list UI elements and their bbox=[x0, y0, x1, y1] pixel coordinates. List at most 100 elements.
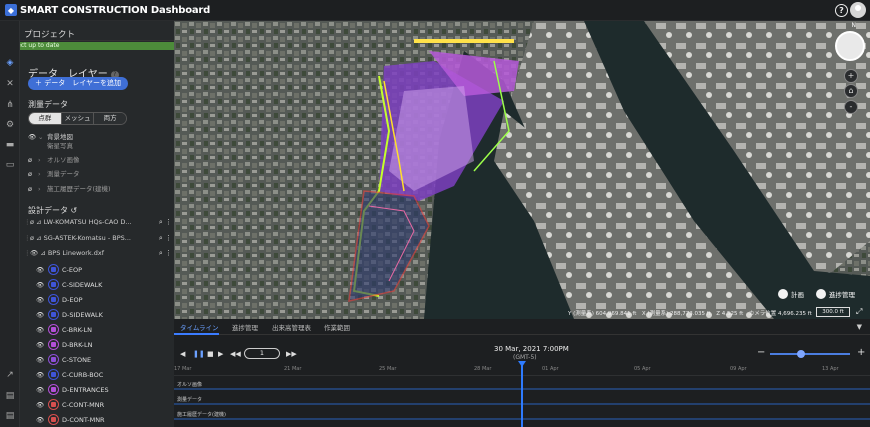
layer-row[interactable]: 👁 C-SIDEWALK bbox=[36, 279, 102, 294]
zoom-in-button[interactable]: + bbox=[844, 69, 858, 83]
layer-row[interactable]: 👁 C-EOP bbox=[36, 264, 82, 279]
eye-icon[interactable]: 👁 bbox=[36, 296, 48, 304]
tree-item-ortho[interactable]: ø › オルソ画像 bbox=[28, 154, 80, 165]
map-view[interactable]: N + ⌂ - 計画 進捗管理 Y (測量系) 604,969.841 ft X… bbox=[174, 21, 870, 319]
top-bar: ◆ SMART CONSTRUCTION Dashboard ? bbox=[0, 0, 870, 21]
fast-forward-icon[interactable]: ▶▶ bbox=[286, 350, 297, 358]
active-tab-indicator bbox=[174, 333, 219, 335]
avatar[interactable] bbox=[850, 2, 866, 18]
add-layer-button[interactable]: ＋ データ レイヤーを追加 bbox=[28, 77, 129, 90]
file-actions[interactable]: ⌕ ⋮ bbox=[159, 234, 172, 243]
eye-icon[interactable]: 👁 bbox=[36, 356, 48, 364]
layer-color-swatch[interactable] bbox=[48, 324, 59, 335]
tree-item-machine-history[interactable]: ø › 施工履歴データ(建機) bbox=[28, 183, 111, 194]
eye-icon[interactable]: 👁 bbox=[36, 281, 48, 289]
eye-icon[interactable]: 👁 bbox=[36, 401, 48, 409]
mode-mesh[interactable]: メッシュ bbox=[61, 113, 95, 124]
eye-icon[interactable]: 👁 bbox=[36, 326, 48, 334]
layer-row[interactable]: 👁 C-STONE bbox=[36, 354, 91, 369]
play-icon[interactable]: ▶ bbox=[218, 350, 223, 358]
tab-quantities[interactable]: 出来高管理表 bbox=[272, 322, 311, 332]
eye-slash-icon[interactable]: ø bbox=[28, 156, 38, 164]
eye-icon[interactable]: 👁 bbox=[36, 371, 48, 379]
progress-toggle[interactable]: 進捗管理 bbox=[816, 289, 855, 300]
eye-icon[interactable]: 👁 bbox=[30, 249, 40, 257]
design-file-row[interactable]: ⋮👁 ⊿ BPS Linework.dxf ⌕ ⋮ bbox=[24, 249, 174, 263]
collapse-icon[interactable]: ▼ bbox=[857, 323, 862, 331]
timeline-zoom-in-button[interactable]: + bbox=[857, 347, 865, 358]
zoom-out-button[interactable]: - bbox=[844, 100, 858, 114]
layer-color-swatch[interactable] bbox=[48, 264, 59, 275]
layer-row[interactable]: 👁 D-ENTRANCES bbox=[36, 384, 109, 399]
document-icon[interactable]: ▤ bbox=[4, 390, 16, 402]
playhead[interactable] bbox=[521, 363, 523, 427]
layer-row[interactable]: 👁 D-EOP bbox=[36, 294, 83, 309]
layer-label: D-BRK-LN bbox=[62, 341, 93, 349]
eye-icon[interactable]: 👁 bbox=[36, 311, 48, 319]
toggle-knob bbox=[816, 289, 826, 299]
history-icon[interactable]: ↺ bbox=[71, 206, 78, 215]
layer-row[interactable]: 👁 D-BRK-LN bbox=[36, 339, 93, 354]
layer-row[interactable]: 👁 C-CONT-MNR bbox=[36, 399, 104, 414]
eye-slash-icon[interactable]: ø bbox=[28, 170, 38, 178]
fullscreen-icon[interactable]: ⤢ bbox=[856, 307, 866, 317]
home-icon[interactable]: ⌂ bbox=[844, 84, 858, 98]
tools-icon[interactable]: ✕ bbox=[4, 78, 16, 90]
layer-row[interactable]: 👁 D-SIDEWALK bbox=[36, 309, 103, 324]
eye-icon[interactable]: 👁 bbox=[36, 341, 48, 349]
chevron-right-icon[interactable]: › bbox=[38, 185, 47, 193]
layer-color-swatch[interactable] bbox=[48, 399, 59, 410]
folder-icon[interactable]: ▭ bbox=[4, 159, 16, 171]
layers-icon[interactable]: ◈ bbox=[4, 57, 16, 69]
help-icon[interactable]: ? bbox=[835, 4, 848, 17]
timeline-zoom-knob[interactable] bbox=[797, 350, 805, 358]
tab-timeline[interactable]: タイムライン bbox=[180, 322, 219, 332]
survey-data-title: 測量データ bbox=[28, 100, 68, 109]
stop-icon[interactable]: ■ bbox=[207, 350, 214, 358]
timeline-zoom-out-button[interactable]: − bbox=[757, 347, 765, 358]
eye-icon[interactable]: 👁 bbox=[36, 266, 48, 274]
tab-work-area[interactable]: 作業範囲 bbox=[324, 322, 350, 332]
design-file-row[interactable]: ⋮ø ⊿ SG-ASTEK-Komatsu - BPS... ⌕ ⋮ bbox=[24, 234, 174, 248]
layer-color-swatch[interactable] bbox=[48, 294, 59, 305]
tree-item-survey[interactable]: ø › 測量データ bbox=[28, 168, 80, 179]
gear-icon[interactable]: ⚙ bbox=[4, 119, 16, 131]
layer-label: D-ENTRANCES bbox=[62, 386, 109, 394]
layer-row[interactable]: 👁 C-BRK-LN bbox=[36, 324, 92, 339]
pause-icon[interactable]: ❚❚ bbox=[193, 350, 205, 358]
mode-both[interactable]: 両方 bbox=[94, 113, 126, 124]
mode-pointcloud[interactable]: 点群 bbox=[29, 113, 62, 124]
tab-progress[interactable]: 進捗管理 bbox=[232, 322, 258, 332]
timeline-zoom-slider[interactable] bbox=[770, 353, 850, 355]
layer-color-swatch[interactable] bbox=[48, 369, 59, 380]
eye-icon[interactable]: 👁 bbox=[36, 386, 48, 394]
network-icon[interactable]: ⋔ bbox=[4, 99, 16, 111]
layer-color-swatch[interactable] bbox=[48, 309, 59, 320]
plan-toggle[interactable]: 計画 bbox=[778, 289, 804, 300]
report-icon[interactable]: ▤ bbox=[4, 410, 16, 422]
eye-icon[interactable]: 👁 bbox=[36, 416, 48, 424]
layer-color-swatch[interactable] bbox=[48, 279, 59, 290]
panel-title: プロジェクト bbox=[20, 21, 174, 41]
share-icon[interactable]: ↗ bbox=[4, 369, 16, 381]
layer-color-swatch[interactable] bbox=[48, 414, 59, 425]
chevron-right-icon[interactable]: › bbox=[38, 170, 47, 178]
layer-row[interactable]: 👁 C-CURB-BOC bbox=[36, 369, 103, 384]
speed-input[interactable]: 1 bbox=[244, 348, 280, 359]
compass-icon[interactable] bbox=[835, 31, 865, 61]
layer-color-swatch[interactable] bbox=[48, 339, 59, 350]
eye-icon[interactable]: 👁 bbox=[28, 133, 38, 141]
chevron-down-icon[interactable]: ⌄ bbox=[38, 133, 47, 141]
layer-color-swatch[interactable] bbox=[48, 384, 59, 395]
layer-color-swatch[interactable] bbox=[48, 354, 59, 365]
eye-slash-icon[interactable]: ø bbox=[28, 185, 38, 193]
file-actions[interactable]: ⌕ ⋮ bbox=[159, 218, 172, 227]
layer-row[interactable]: 👁 D-CONT-MNR bbox=[36, 414, 105, 427]
rewind-icon[interactable]: ◀◀ bbox=[230, 350, 241, 358]
step-back-icon[interactable]: ◀ bbox=[180, 350, 185, 358]
machine-icon[interactable]: ▬ bbox=[4, 139, 16, 151]
chevron-right-icon[interactable]: › bbox=[38, 156, 47, 164]
design-file-row[interactable]: ⋮ø ⊿ LW-KOMATSU HQs-CAO D... ⌕ ⋮ bbox=[24, 218, 174, 232]
timeline-tabs: タイムライン 進捗管理 出来高管理表 作業範囲 ▼ bbox=[174, 319, 870, 335]
file-actions[interactable]: ⌕ ⋮ bbox=[159, 249, 172, 258]
